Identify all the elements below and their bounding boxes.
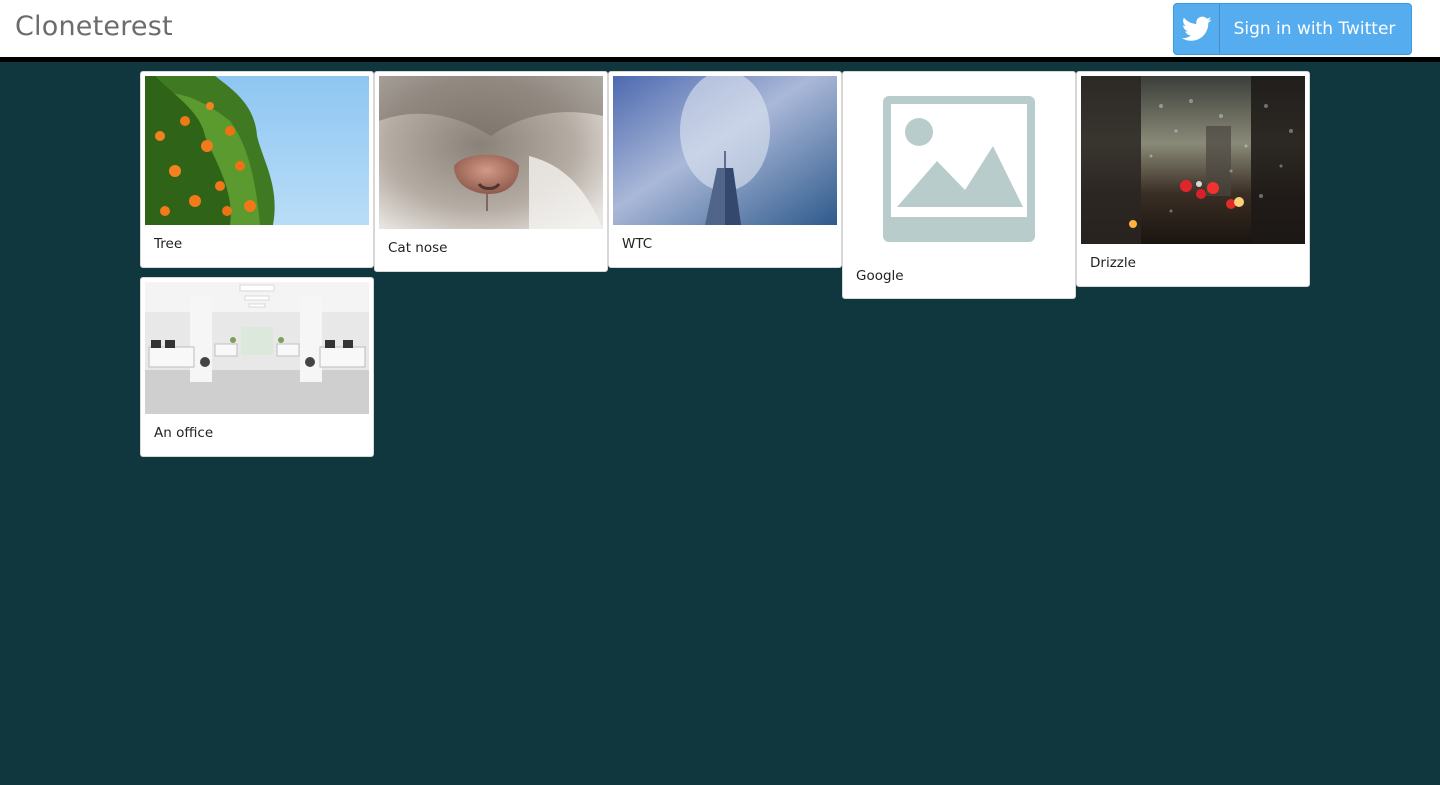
wtc-tower-photo[interactable] [613,76,837,225]
navbar: Cloneterest Sign in with Twitter [0,0,1440,62]
pin-card[interactable]: Drizzle [1076,71,1310,287]
cat-nose-photo[interactable] [379,76,603,229]
pin-title: Tree [154,236,183,252]
orange-tree-photo[interactable] [145,76,369,225]
rainy-window-photo[interactable] [1081,76,1305,244]
pin-card[interactable]: WTC [608,71,842,268]
twitter-bird-icon [1174,4,1220,54]
pin-card[interactable]: An office [140,277,374,457]
pin-title: An office [154,425,214,441]
office-interior-photo[interactable] [145,282,369,414]
image-placeholder-icon[interactable] [847,76,1071,256]
sign-in-label: Sign in with Twitter [1233,19,1396,39]
pin-card[interactable]: Cat nose [374,71,608,272]
pin-title: Cat nose [388,240,448,256]
pin-title: Google [856,268,904,284]
pin-card[interactable]: Google [842,71,1076,299]
pin-title: Drizzle [1090,255,1136,271]
sign-in-twitter-button[interactable]: Sign in with Twitter [1173,3,1412,55]
brand-logo[interactable]: Cloneterest [15,11,173,42]
pin-card[interactable]: Tree [140,71,374,268]
pin-title: WTC [622,236,653,252]
